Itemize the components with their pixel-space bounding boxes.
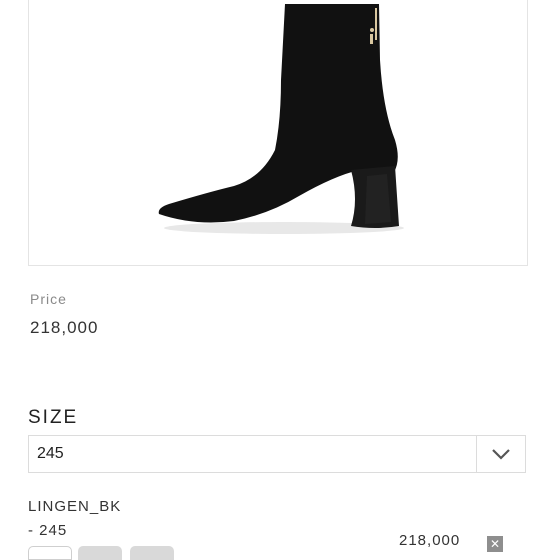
price-value: 218,000 <box>30 318 99 337</box>
chevron-down-icon <box>492 449 510 460</box>
quantity-decrease-button[interactable] <box>78 546 122 560</box>
remove-option-button[interactable]: ✕ <box>487 536 503 552</box>
selected-option-name: LINGEN_BK <box>28 498 122 515</box>
quantity-input[interactable] <box>28 546 72 560</box>
selected-option-size: - 245 <box>28 522 68 539</box>
quantity-increase-button[interactable] <box>130 546 174 560</box>
boot-illustration <box>158 4 404 234</box>
size-select[interactable]: 245 <box>28 435 526 473</box>
product-image <box>28 0 528 266</box>
size-select-toggle[interactable] <box>476 436 525 472</box>
size-select-value: 245 <box>37 445 64 462</box>
price-label: Price <box>30 291 67 307</box>
size-heading: SIZE <box>28 407 79 428</box>
selected-option-price: 218,000 <box>399 532 461 549</box>
